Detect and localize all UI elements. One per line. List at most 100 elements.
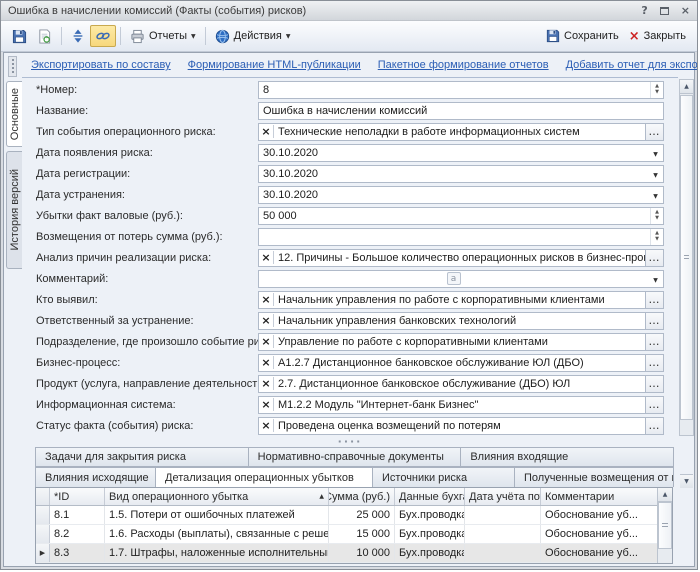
risk-event-type-lookup[interactable]: × Технические неполадки в работе информа… (258, 123, 664, 141)
clear-icon[interactable]: × (259, 125, 274, 138)
form-row-elimination-date: Дата устранения: 30.10.2020 ▼ (22, 184, 664, 205)
reports-button[interactable]: Отчеты ▼ (125, 25, 201, 47)
clear-icon[interactable]: × (259, 293, 274, 306)
window-title: Ошибка в начислении комиссий (Факты (соб… (8, 5, 641, 17)
lookup-ellipsis-icon[interactable]: … (645, 355, 663, 371)
number-input[interactable]: 8 ▲ ▼ (258, 81, 664, 99)
field-label: Кто выявил: (36, 294, 258, 306)
date-dropdown-button[interactable]: ▼ (648, 168, 663, 180)
link-add-report-export[interactable]: Добавить отчет для экспорта (566, 59, 698, 71)
clear-icon[interactable]: × (259, 419, 274, 432)
registration-date-input[interactable]: 30.10.2020 ▼ (258, 165, 664, 183)
responsible-lookup[interactable]: × Начальник управления банковских технол… (258, 312, 664, 330)
lookup-ellipsis-icon[interactable]: … (645, 418, 663, 434)
lookup-ellipsis-icon[interactable]: … (645, 376, 663, 392)
scroll-up-icon[interactable]: ▲ (680, 80, 693, 94)
date-dropdown-button[interactable]: ▼ (648, 147, 663, 159)
horizontal-splitter[interactable]: ···· (22, 436, 678, 447)
table-row[interactable]: 8.2 1.6. Расходы (выплаты), связанные с … (36, 525, 657, 544)
risk-appearance-date-input[interactable]: 30.10.2020 ▼ (258, 144, 664, 162)
clear-icon[interactable]: × (259, 314, 274, 327)
department-lookup[interactable]: × Управление по работе с корпоративными … (258, 333, 664, 351)
elimination-date-input[interactable]: 30.10.2020 ▼ (258, 186, 664, 204)
link-batch-reports[interactable]: Пакетное формирование отчетов (378, 59, 549, 71)
table-scrollbar[interactable]: ▲ ▼ (657, 488, 672, 563)
tab-risk-sources[interactable]: Источники риска (372, 467, 515, 487)
side-tab-main[interactable]: Основные (6, 81, 22, 147)
maximize-icon[interactable] (660, 7, 669, 15)
name-input[interactable]: Ошибка в начислении комиссий (258, 102, 664, 120)
tab-loss-details[interactable]: Детализация операционных убытков (155, 467, 373, 487)
information-system-lookup[interactable]: × М1.2.2 Модуль "Интернет-банк Бизнес" … (258, 396, 664, 414)
save-button[interactable] (7, 25, 32, 47)
form-row-name: Название: Ошибка в начислении комиссий (22, 100, 664, 121)
risk-status-lookup[interactable]: × Проведена оценка возмещений по потерям… (258, 417, 664, 435)
actions-button[interactable]: Действия ▼ (210, 25, 296, 47)
product-lookup[interactable]: × 2.7. Дистанционное банковское обслужив… (258, 375, 664, 393)
field-label: Возмещения от потерь сумма (руб.): (36, 231, 258, 243)
lookup-ellipsis-icon[interactable]: … (645, 313, 663, 329)
scrollbar-thumb[interactable] (680, 95, 693, 420)
tab-risk-closing-tasks[interactable]: Задачи для закрытия риска (35, 447, 249, 467)
side-tab-history[interactable]: История версий (6, 151, 22, 269)
lookup-ellipsis-icon[interactable]: … (645, 124, 663, 140)
spinner-buttons[interactable]: ▲ ▼ (650, 82, 663, 98)
scroll-down-icon[interactable]: ▼ (680, 474, 693, 488)
gross-loss-input[interactable]: 50 000 ▲ ▼ (258, 207, 664, 225)
spinner-buttons[interactable]: ▲ ▼ (650, 208, 663, 224)
cause-analysis-lookup[interactable]: × 12. Причины - Большое количество опера… (258, 249, 664, 267)
identified-by-lookup[interactable]: × Начальник управления по работе с корпо… (258, 291, 664, 309)
clear-icon[interactable]: × (259, 398, 274, 411)
refresh-document-button[interactable] (32, 25, 57, 47)
spin-down-icon: ▼ (655, 216, 659, 221)
window-close-icon[interactable]: × (681, 4, 690, 17)
lookup-ellipsis-icon[interactable]: … (645, 250, 663, 266)
close-x-icon: × (629, 30, 640, 43)
column-header-id[interactable]: *ID (50, 488, 105, 505)
clear-icon[interactable]: × (259, 251, 274, 264)
link-html-publication[interactable]: Формирование HTML-публикации (188, 59, 361, 71)
business-process-lookup[interactable]: × А1.2.7 Дистанционное банковское обслуж… (258, 354, 664, 372)
fit-height-button[interactable] (66, 25, 90, 47)
tab-outgoing-influences[interactable]: Влияния исходящие (35, 467, 156, 487)
tab-regulatory-documents[interactable]: Нормативно-справочные документы (248, 447, 462, 467)
spinner-buttons[interactable]: ▲ ▼ (650, 229, 663, 245)
clear-icon[interactable]: × (259, 377, 274, 390)
scrollbar-thumb[interactable] (658, 502, 672, 549)
loss-compensation-input[interactable]: ▲ ▼ (258, 228, 664, 246)
link-toggle-button[interactable] (90, 25, 116, 47)
tab-received-compensations[interactable]: Полученные возмещения от потерь (514, 467, 674, 487)
column-header-loss-kind[interactable]: Вид операционного убытка ▲ (105, 488, 329, 505)
lookup-ellipsis-icon[interactable]: … (645, 397, 663, 413)
tab-incoming-influences[interactable]: Влияния входящие (460, 447, 674, 467)
table-row-selected[interactable]: ▶ 8.3 1.7. Штрафы, наложенные исполнител… (36, 544, 657, 563)
clear-icon[interactable]: × (259, 335, 274, 348)
lookup-ellipsis-icon[interactable]: … (645, 292, 663, 308)
current-row-marker-icon[interactable]: ▶ (36, 544, 50, 562)
help-icon[interactable]: ? (641, 4, 647, 17)
scroll-up-icon[interactable]: ▲ (658, 488, 672, 502)
comment-dropdown-button[interactable]: ▼ (648, 273, 663, 285)
spin-down-icon: ▼ (655, 237, 659, 242)
save-button-labeled[interactable]: Сохранить (541, 25, 624, 47)
column-header-accounting[interactable]: Данные бухгалт... (395, 488, 465, 505)
lookup-ellipsis-icon[interactable]: … (645, 334, 663, 350)
comment-input[interactable]: a ▼ (258, 270, 664, 288)
sort-ascending-icon: ▲ (319, 493, 324, 500)
table-row[interactable]: 8.1 1.5. Потери от ошибочных платежей 25… (36, 506, 657, 525)
form-scrollbar[interactable]: ▲ ▼ (679, 79, 694, 436)
clear-icon[interactable]: × (259, 356, 274, 369)
row-selector[interactable] (36, 525, 50, 543)
toolbar: Отчеты ▼ Действия ▼ Сохранить × Закрыть (1, 21, 697, 52)
chevron-down-icon: ▼ (653, 193, 658, 200)
chain-link-icon (95, 29, 111, 43)
link-export-by-composition[interactable]: Экспортировать по составу (31, 59, 171, 71)
panel-grip-handle[interactable] (8, 56, 17, 77)
column-header-loss-date[interactable]: Дата учёта потери (465, 488, 541, 505)
close-button[interactable]: × Закрыть (624, 25, 691, 47)
date-dropdown-button[interactable]: ▼ (648, 189, 663, 201)
field-label: Статус факта (события) риска: (36, 420, 258, 432)
column-header-comments[interactable]: Комментарии (541, 488, 657, 505)
column-header-sum[interactable]: Сумма (руб.) (329, 488, 395, 505)
row-selector[interactable] (36, 506, 50, 524)
